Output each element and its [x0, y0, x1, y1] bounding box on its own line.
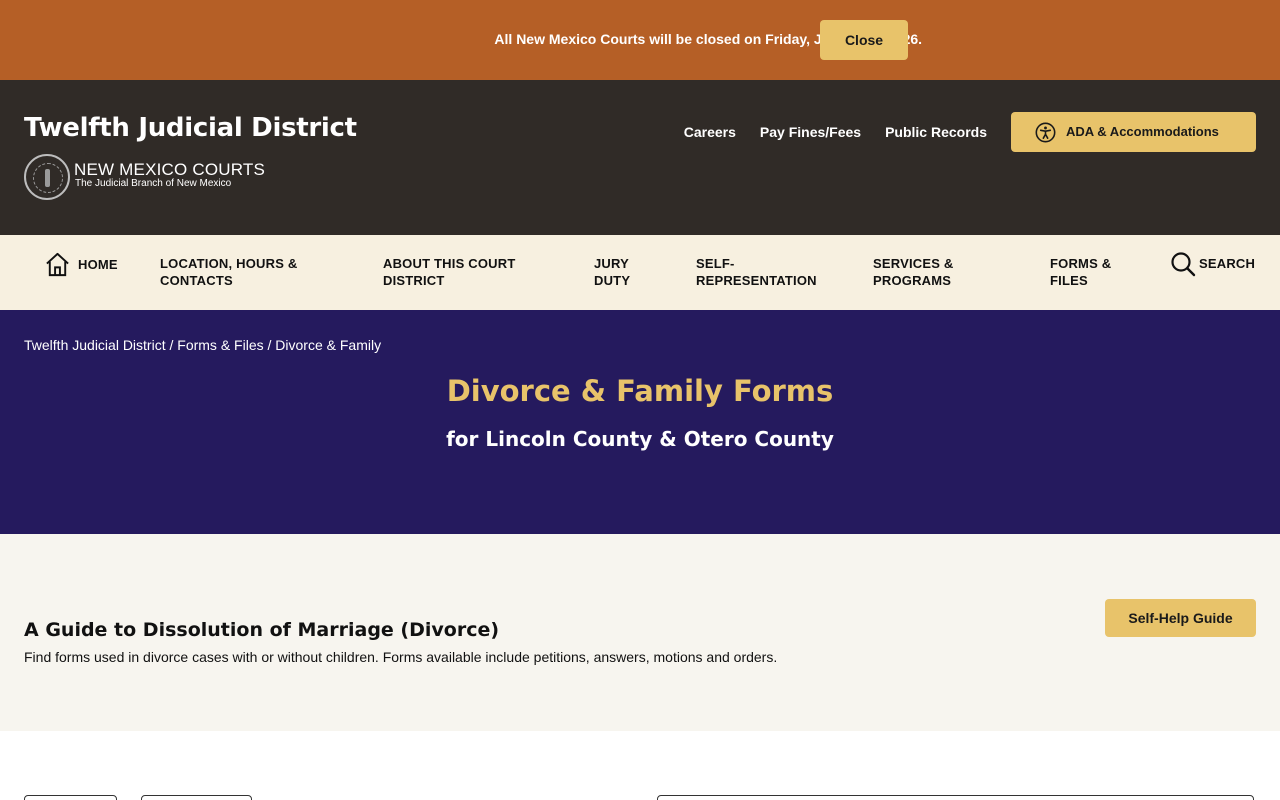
- careers-link[interactable]: Careers: [684, 124, 736, 140]
- breadcrumb-home[interactable]: Twelfth Judicial District: [24, 337, 166, 353]
- nav-location-hours-contacts[interactable]: LOCATION, HOURS & CONTACTS: [160, 255, 330, 289]
- ada-accommodations-button[interactable]: ADA & Accommodations: [1011, 112, 1256, 152]
- magnifier-icon[interactable]: [1170, 251, 1196, 277]
- page-subtitle: for Lincoln County & Otero County: [446, 427, 834, 451]
- forms-search-input[interactable]: [657, 795, 1254, 800]
- utility-nav: Careers Pay Fines/Fees Public Records: [684, 124, 987, 140]
- site-header: Twelfth Judicial District NEW MEXICO COU…: [0, 80, 1280, 235]
- nav-home[interactable]: HOME: [78, 256, 118, 273]
- home-icon[interactable]: [44, 251, 71, 278]
- divorce-guide-section: A Guide to Dissolution of Marriage (Divo…: [0, 534, 1280, 731]
- page-title: Divorce & Family Forms: [446, 374, 834, 408]
- nav-self-representation[interactable]: SELF-REPRESENTATION: [696, 255, 836, 289]
- nav-about-court-district[interactable]: ABOUT THIS COURT DISTRICT: [383, 255, 533, 289]
- page-hero: Twelfth Judicial District / Forms & File…: [0, 310, 1280, 534]
- accessibility-icon: [1035, 122, 1056, 143]
- ada-label: ADA & Accommodations: [1066, 124, 1219, 139]
- self-help-guide-button[interactable]: Self-Help Guide: [1105, 599, 1256, 637]
- nav-search[interactable]: SEARCH: [1199, 255, 1255, 272]
- logo-name: NEW MEXICO COURTS: [74, 160, 266, 179]
- breadcrumb-current: Divorce & Family: [275, 337, 382, 353]
- logo-tagline: The Judicial Branch of New Mexico: [75, 178, 232, 189]
- public-records-link[interactable]: Public Records: [885, 124, 987, 140]
- alert-message: All New Mexico Courts will be closed on …: [494, 31, 923, 47]
- site-title[interactable]: Twelfth Judicial District: [24, 113, 357, 143]
- nav-forms-files[interactable]: FORMS & FILES: [1050, 255, 1130, 289]
- main-nav: HOME LOCATION, HOURS & CONTACTS ABOUT TH…: [0, 235, 1280, 310]
- filter-tab-1[interactable]: [24, 795, 117, 800]
- closure-alert-banner: All New Mexico Courts will be closed on …: [0, 0, 1280, 80]
- breadcrumb-forms-files[interactable]: Forms & Files: [177, 337, 263, 353]
- court-seal-icon: [24, 154, 70, 200]
- nav-jury-duty[interactable]: JURY DUTY: [594, 255, 644, 289]
- breadcrumb: Twelfth Judicial District / Forms & File…: [24, 337, 382, 353]
- guide-description: Find forms used in divorce cases with or…: [24, 649, 778, 665]
- nav-services-programs[interactable]: SERVICES & PROGRAMS: [873, 255, 983, 289]
- alert-close-button[interactable]: Close: [820, 20, 908, 60]
- nm-courts-logo[interactable]: NEW MEXICO COURTS The Judicial Branch of…: [24, 154, 284, 202]
- pay-fines-link[interactable]: Pay Fines/Fees: [760, 124, 861, 140]
- guide-title: A Guide to Dissolution of Marriage (Divo…: [24, 619, 500, 641]
- filter-tab-2[interactable]: [141, 795, 252, 800]
